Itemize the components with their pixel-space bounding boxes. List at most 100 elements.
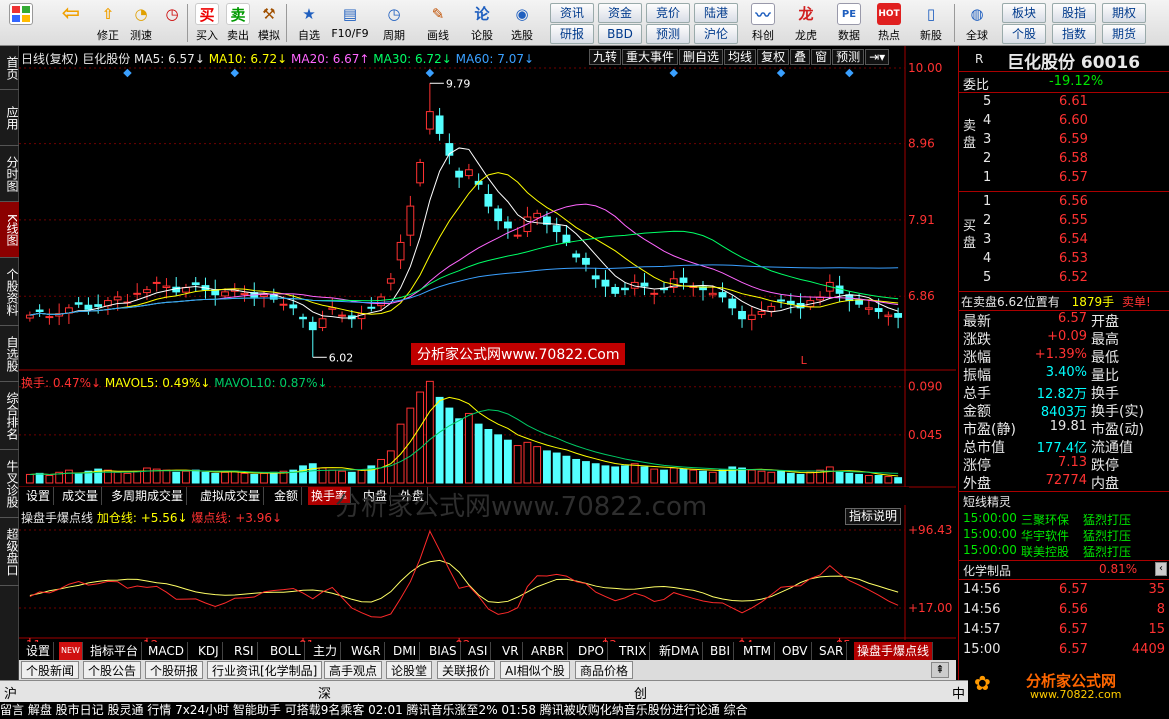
sell-button[interactable]: 卖 卖出 [221, 2, 255, 44]
shanghai-london-button[interactable]: 沪伦 [694, 24, 738, 44]
period-button[interactable]: ◷ 周期 [377, 2, 411, 44]
turnover-bar [640, 466, 649, 484]
tab-profile[interactable]: 个股资料 [0, 258, 19, 326]
new-stock-label: 新股 [920, 29, 942, 42]
expand-icon[interactable]: ⇞ [931, 662, 949, 678]
zhongxiao-index[interactable]: 中 [952, 683, 965, 702]
watchlist-button[interactable]: ★ 自选 [292, 2, 326, 44]
vol-tab-volume[interactable]: 成交量 [59, 487, 103, 505]
draw-line-button[interactable]: ✎ 画线 [421, 2, 455, 44]
bbd-button[interactable]: BBD [598, 24, 642, 44]
tab-super-depth[interactable]: 超级盘口 [0, 518, 19, 586]
dragon-tiger-button[interactable]: 龙 龙虎 [789, 2, 823, 44]
data-button[interactable]: PE 数据 [832, 2, 866, 44]
shenzhen-index[interactable]: 深 [318, 683, 331, 702]
ind-tab-settings[interactable]: 设置 [23, 642, 55, 660]
news-tab-related[interactable]: 关联报价 [437, 661, 496, 679]
tab-ranking[interactable]: 综合排名 [0, 382, 19, 450]
tab-kline[interactable]: K线图 [0, 202, 19, 258]
news-tab-research[interactable]: 个股研报 [145, 661, 204, 679]
news-button[interactable]: 资讯 [550, 3, 594, 23]
predict-button[interactable]: 预测 [832, 49, 865, 65]
candle-down [552, 225, 561, 233]
chinext-index[interactable]: 创 [634, 683, 647, 702]
tab-diagnosis[interactable]: 牛叉诊股 [0, 450, 19, 518]
clock-button[interactable]: ◷ [155, 2, 189, 44]
collapse-icon[interactable]: ‹ [1155, 562, 1167, 576]
major-events-button[interactable]: 重大事件 [622, 49, 679, 65]
remove-watchlist-button[interactable]: 删自选 [679, 49, 724, 65]
adjust-button[interactable]: 复权 [757, 49, 790, 65]
discuss-button[interactable]: 论 论股 [465, 2, 499, 44]
vol-tab-amount[interactable]: 金额 [271, 487, 303, 505]
news-tab-ai-similar[interactable]: AI相似个股 [500, 661, 570, 679]
ind-tab-obv[interactable]: OBV [779, 642, 812, 660]
pin-icon[interactable]: ⇥▾ [865, 49, 890, 65]
tick-price: 6.57 [1059, 642, 1088, 657]
news-tab-stock-news[interactable]: 个股新闻 [21, 661, 80, 679]
ind-tab-sar[interactable]: SAR [816, 642, 848, 660]
ind-tab-bbi[interactable]: BBI [707, 642, 735, 660]
news-tab-expert[interactable]: 高手观点 [324, 661, 383, 679]
ind-tab-vr[interactable]: VR [499, 642, 523, 660]
funds-button[interactable]: 资金 [598, 3, 642, 23]
overlay-button[interactable]: 叠 [790, 49, 811, 65]
candle-up [221, 291, 229, 297]
ind-tab-new-dma[interactable]: 新DMA [656, 642, 703, 660]
tab-intraday[interactable]: 分时图 [0, 146, 19, 202]
hk-connect-button[interactable]: 陆港 [694, 3, 738, 23]
ma-lines-button[interactable]: 均线 [724, 49, 757, 65]
ind-tab-bias[interactable]: BIAS [426, 642, 461, 660]
single-stock-button[interactable]: 个股 [1002, 24, 1046, 44]
ind-tab-boll[interactable]: BOLL [267, 642, 305, 660]
forecast-button[interactable]: 预测 [646, 24, 690, 44]
research-button[interactable]: 研报 [550, 24, 594, 44]
ind-tab-arbr[interactable]: ARBR [528, 642, 569, 660]
back-button[interactable]: ⇦ [54, 2, 88, 44]
tab-watchlist[interactable]: 自选股 [0, 326, 19, 382]
ind-tab-dmi[interactable]: DMI [390, 642, 421, 660]
vol-tab-virtual[interactable]: 虚拟成交量 [197, 487, 265, 505]
f10-button[interactable]: ▤ F10/F9 [330, 2, 370, 44]
speed-test-button[interactable]: ◔ 测速 [124, 2, 158, 44]
ind-tab-main-force[interactable]: 主力 [310, 642, 342, 660]
index-button[interactable]: 指数 [1052, 24, 1096, 44]
news-tab-forum[interactable]: 论股堂 [386, 661, 433, 679]
tick-time: 14:56 [963, 582, 1001, 597]
sector-button[interactable]: 板块 [1002, 3, 1046, 23]
shanghai-index[interactable]: 沪 [4, 683, 17, 702]
new-stock-button[interactable]: ▯ 新股 [914, 2, 948, 44]
tab-home[interactable]: 首页 [0, 46, 19, 90]
global-button[interactable]: ◍ 全球 [960, 2, 994, 44]
news-tab-announcements[interactable]: 个股公告 [83, 661, 142, 679]
grid-button[interactable] [4, 2, 38, 44]
hotspot-button[interactable]: HOT 热点 [872, 2, 906, 44]
fix-button[interactable]: ⇧ 修正 [91, 2, 125, 44]
indicator-help-button[interactable]: 指标说明 [845, 508, 902, 525]
ind-tab-trader-burst[interactable]: 操盘手爆点线 [854, 642, 934, 660]
news-tab-industry[interactable]: 行业资讯[化学制品] [207, 661, 323, 679]
buy-button[interactable]: 买 买入 [190, 2, 224, 44]
ind-tab-trix[interactable]: TRIX [616, 642, 651, 660]
options-button[interactable]: 期权 [1102, 3, 1146, 23]
index-futures-button[interactable]: 股指 [1052, 3, 1096, 23]
ind-tab-macd[interactable]: MACD [145, 642, 188, 660]
vol-tab-settings[interactable]: 设置 [23, 487, 55, 505]
ind-tab-kdj[interactable]: KDJ [195, 642, 223, 660]
futures-button[interactable]: 期货 [1102, 24, 1146, 44]
simulate-button[interactable]: ⚒ 模拟 [252, 2, 286, 44]
vol-tab-multi-period[interactable]: 多周期成交量 [108, 487, 188, 505]
ind-tab-dpo[interactable]: DPO [575, 642, 608, 660]
news-tab-commodity[interactable]: 商品价格 [575, 661, 634, 679]
window-button[interactable]: 窗 [811, 49, 832, 65]
jiuzhuan-button[interactable]: 九转 [589, 49, 622, 65]
ind-tab-mtm[interactable]: MTM [740, 642, 776, 660]
auction-button[interactable]: 竞价 [646, 3, 690, 23]
ind-tab-wr[interactable]: W&R [348, 642, 385, 660]
tab-apps[interactable]: 应用 [0, 90, 19, 146]
kechuang-button[interactable]: 〰 科创 [746, 2, 780, 44]
ind-tab-rsi[interactable]: RSI [231, 642, 258, 660]
ind-tab-platform[interactable]: 指标平台 [87, 642, 143, 660]
ind-tab-asi[interactable]: ASI [465, 642, 492, 660]
select-stock-button[interactable]: ◉ 选股 [505, 2, 539, 44]
